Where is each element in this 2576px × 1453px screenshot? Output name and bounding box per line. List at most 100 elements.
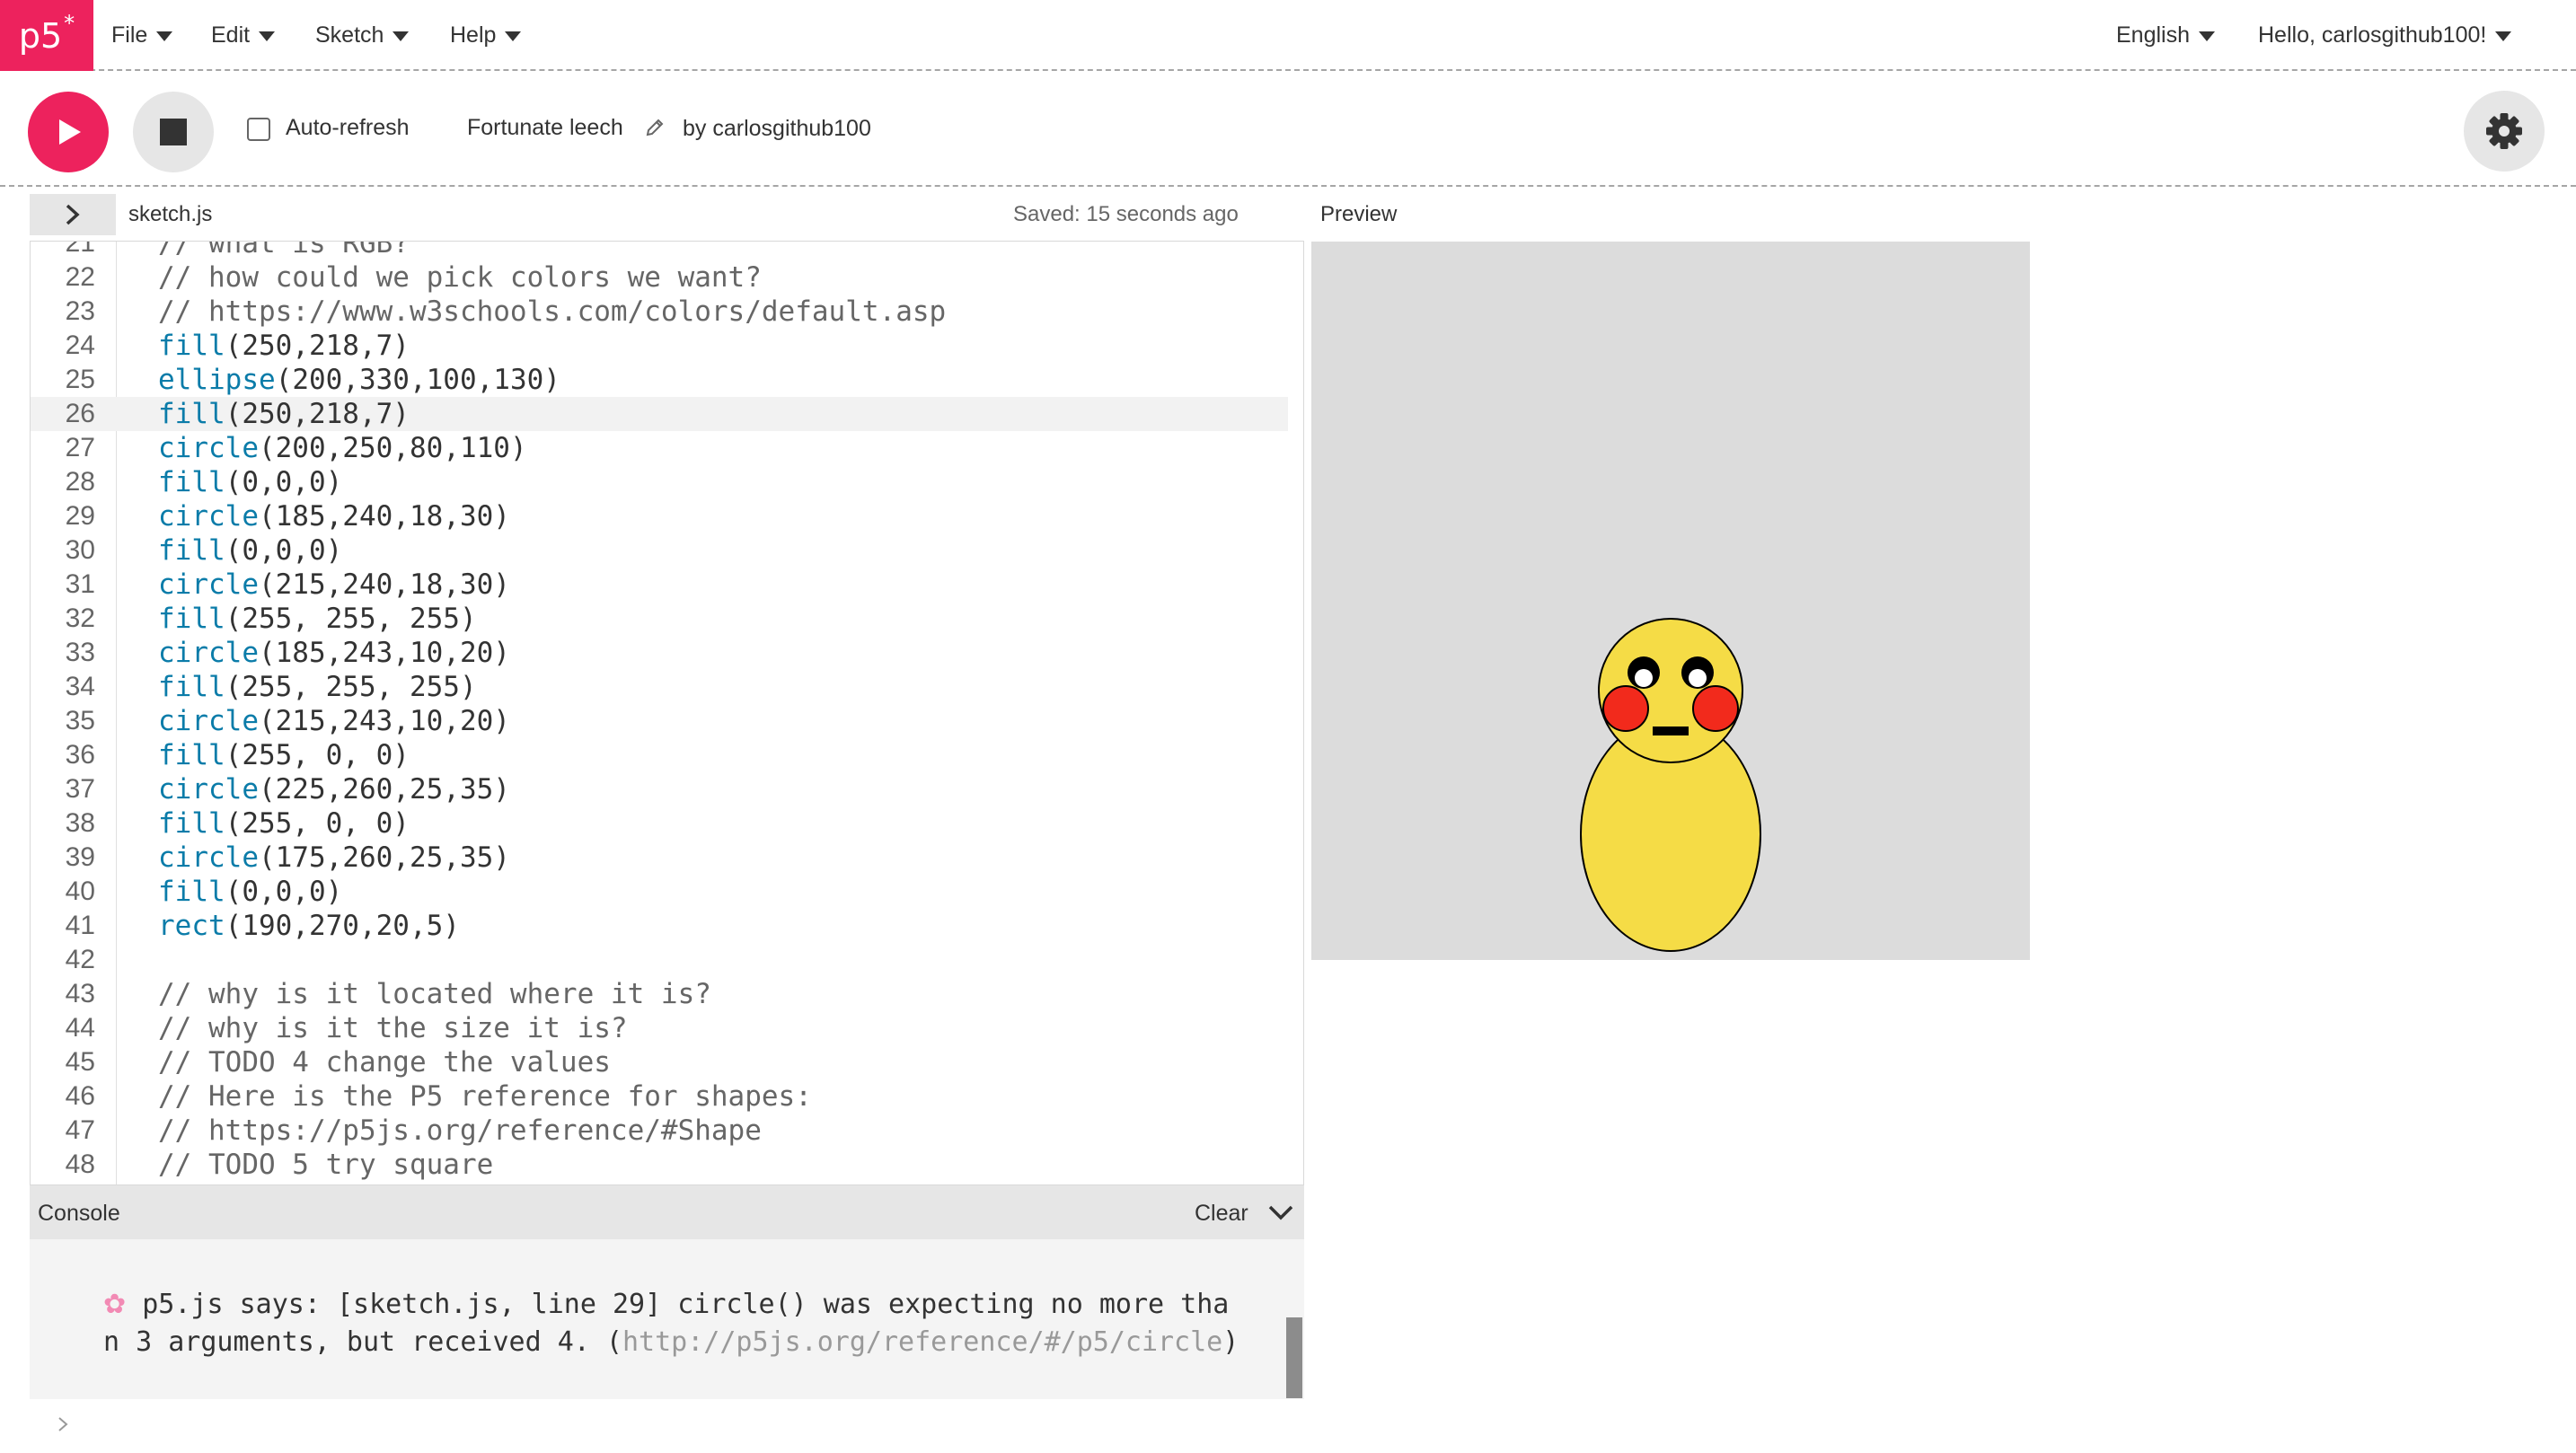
code-text: fill(255, 0, 0) <box>158 738 410 772</box>
sidebar-toggle-button[interactable] <box>30 194 116 235</box>
code-text: circle(185,240,18,30) <box>158 499 510 533</box>
line-number: 21 <box>65 241 95 258</box>
code-text: circle(215,240,18,30) <box>158 568 510 602</box>
code-line[interactable]: 24 fill(250,218,7) <box>31 329 1288 363</box>
code-line[interactable]: 22 // how could we pick colors we want? <box>31 260 1288 295</box>
line-number: 25 <box>65 365 95 394</box>
code-line[interactable]: 48 // TODO 5 try square <box>31 1148 1288 1182</box>
code-arguments: (255, 255, 255) <box>225 603 477 635</box>
code-line[interactable]: 39 circle(175,260,25,35) <box>31 841 1288 875</box>
console-scrollbar[interactable] <box>1286 1317 1302 1398</box>
user-menu[interactable]: Hello, carlosgithub100! <box>2258 0 2512 71</box>
file-tab-name[interactable]: sketch.js <box>128 202 212 227</box>
line-number: 39 <box>65 842 95 872</box>
line-number: 23 <box>65 296 95 326</box>
console-reference-link[interactable]: http://p5js.org/reference/#/p5/circle <box>622 1326 1222 1358</box>
line-number: 27 <box>65 433 95 462</box>
code-line[interactable]: 38 fill(255, 0, 0) <box>31 806 1288 841</box>
code-arguments: (0,0,0) <box>225 534 343 567</box>
chevron-right-icon <box>58 1417 68 1431</box>
code-text: circle(185,243,10,20) <box>158 636 510 670</box>
line-number: 43 <box>65 979 95 1008</box>
language-label: English <box>2116 22 2190 48</box>
code-text: fill(0,0,0) <box>158 533 342 568</box>
console-message-line2: n 3 arguments, but received 4. ( <box>103 1326 622 1358</box>
code-lines[interactable]: 21 // what is RGB? 22 // how could we pick … <box>31 241 1288 1182</box>
code-line[interactable]: 25 ellipse(200,330,100,130) <box>31 363 1288 397</box>
language-menu[interactable]: English <box>2116 0 2215 71</box>
pencil-icon[interactable] <box>645 118 665 137</box>
menu-help[interactable]: Help <box>450 0 522 71</box>
p5-logo[interactable]: p5 * <box>0 0 93 71</box>
menu-file[interactable]: File <box>111 0 173 71</box>
code-line[interactable]: 36 fill(255, 0, 0) <box>31 738 1288 772</box>
code-line[interactable]: 28 fill(0,0,0) <box>31 465 1288 499</box>
line-number: 30 <box>65 535 95 565</box>
caret-down-icon <box>2199 31 2215 41</box>
chevron-down-icon[interactable] <box>1267 1202 1294 1223</box>
console-input[interactable] <box>30 1399 1304 1453</box>
code-line[interactable]: 43 // why is it located where it is? <box>31 977 1288 1011</box>
code-text: rect(190,270,20,5) <box>158 909 460 943</box>
flower-icon: ✿ <box>103 1289 127 1320</box>
code-function-name: circle <box>158 705 259 737</box>
code-line[interactable]: 33 circle(185,243,10,20) <box>31 636 1288 670</box>
code-arguments: (225,260,25,35) <box>258 773 510 806</box>
right-cheek <box>1692 685 1739 732</box>
code-text: // why is it located where it is? <box>158 978 711 1010</box>
line-number: 31 <box>65 569 95 599</box>
code-text: fill(0,0,0) <box>158 465 342 499</box>
menu-edit[interactable]: Edit <box>211 0 276 71</box>
line-number: 46 <box>65 1081 95 1111</box>
code-arguments: (255, 0, 0) <box>225 739 410 771</box>
code-line[interactable]: 31 circle(215,240,18,30) <box>31 568 1288 602</box>
code-function-name: circle <box>158 841 259 874</box>
line-number: 38 <box>65 808 95 838</box>
menu-sketch[interactable]: Sketch <box>315 0 410 71</box>
code-line[interactable]: 32 fill(255, 255, 255) <box>31 602 1288 636</box>
line-number: 32 <box>65 603 95 633</box>
code-line[interactable]: 41 rect(190,270,20,5) <box>31 909 1288 943</box>
code-text: fill(255, 0, 0) <box>158 806 410 841</box>
caret-down-icon <box>393 31 410 41</box>
play-button[interactable] <box>28 92 109 172</box>
code-line[interactable]: 23 // https://www.w3schools.com/colors/de… <box>31 295 1288 329</box>
line-number: 28 <box>65 467 95 497</box>
top-nav: p5 * File Edit Sketch Help English Hello,… <box>0 0 2576 71</box>
code-line[interactable]: 45 // TODO 4 change the values <box>31 1045 1288 1079</box>
preview-canvas[interactable] <box>1311 242 2030 960</box>
caret-down-icon <box>2495 31 2512 41</box>
console-clear-button[interactable]: Clear <box>1195 1201 1248 1227</box>
code-line[interactable]: 47 // https://p5js.org/reference/#Shape <box>31 1114 1288 1148</box>
sketch-name[interactable]: Fortunate leech <box>467 115 623 141</box>
code-line[interactable]: 27 circle(200,250,80,110) <box>31 431 1288 465</box>
code-line[interactable]: 35 circle(215,243,10,20) <box>31 704 1288 738</box>
auto-refresh-label[interactable]: Auto-refresh <box>286 115 410 141</box>
menu-file-label: File <box>111 22 148 48</box>
code-line[interactable]: 30 fill(0,0,0) <box>31 533 1288 568</box>
code-line[interactable]: 29 circle(185,240,18,30) <box>31 499 1288 533</box>
code-line[interactable]: 40 fill(0,0,0) <box>31 875 1288 909</box>
code-line[interactable]: 34 fill(255, 255, 255) <box>31 670 1288 704</box>
code-function-name: fill <box>158 876 225 908</box>
chevron-right-icon <box>66 204 80 225</box>
code-editor[interactable]: 21 // what is RGB? 22 // how could we pick … <box>30 241 1304 1185</box>
code-line[interactable]: 46 // Here is the P5 reference for shapes… <box>31 1079 1288 1114</box>
code-line[interactable]: 26 fill(250,218,7) <box>31 397 1288 431</box>
code-function-name: fill <box>158 671 225 703</box>
code-line[interactable]: 44 // why is it the size it is? <box>31 1011 1288 1045</box>
code-function-name: circle <box>158 773 259 806</box>
code-line[interactable]: 42 <box>31 943 1288 977</box>
code-text: fill(250,218,7) <box>158 397 410 431</box>
caret-down-icon <box>505 31 522 41</box>
caret-down-icon <box>156 31 173 41</box>
sketch-author[interactable]: by carlosgithub100 <box>683 116 871 142</box>
stop-button[interactable] <box>133 92 214 172</box>
settings-button[interactable] <box>2464 91 2545 172</box>
auto-refresh-checkbox[interactable] <box>247 118 270 141</box>
code-line[interactable]: 21 // what is RGB? <box>31 241 1288 260</box>
code-text: circle(175,260,25,35) <box>158 841 510 875</box>
code-line[interactable]: 37 circle(225,260,25,35) <box>31 772 1288 806</box>
play-icon <box>59 119 81 145</box>
code-text: // Here is the P5 reference for shapes: <box>158 1080 812 1113</box>
